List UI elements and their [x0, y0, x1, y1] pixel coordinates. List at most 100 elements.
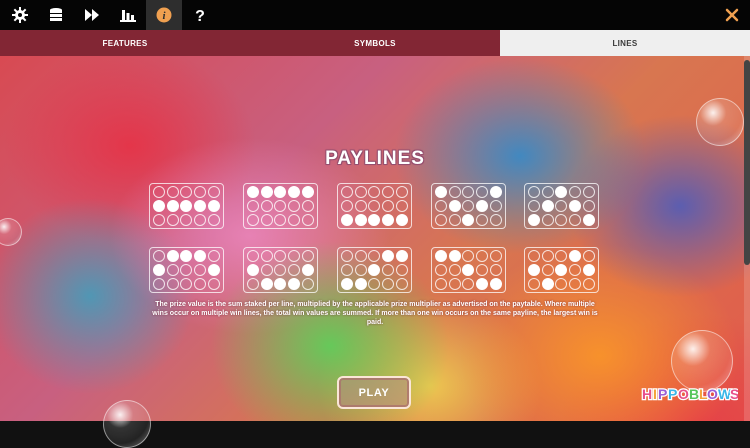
payline-cell-active	[180, 199, 193, 212]
payline-cell-active	[368, 263, 381, 276]
payline-cell	[382, 263, 395, 276]
payline-cell	[462, 186, 475, 199]
payline-cell	[395, 277, 408, 290]
bet-button[interactable]	[38, 0, 74, 30]
payline-cell-active	[274, 186, 287, 199]
payline-cell	[476, 186, 489, 199]
payline-cell-active	[341, 277, 354, 290]
payline-cell-active	[541, 199, 554, 212]
payline-cell	[153, 277, 166, 290]
top-toolbar: i ?	[0, 0, 750, 30]
payline-cell	[569, 263, 582, 276]
payline-card	[431, 183, 506, 229]
payline-cell	[569, 277, 582, 290]
payline-cell	[207, 186, 220, 199]
payline-cell	[207, 277, 220, 290]
payline-cell-active	[260, 277, 273, 290]
autoplay-button[interactable]	[74, 0, 110, 30]
payline-cell	[435, 199, 448, 212]
payline-cell	[153, 213, 166, 226]
tab-features[interactable]: FEATURES	[0, 30, 250, 56]
payline-cell-active	[301, 186, 314, 199]
fast-forward-icon	[85, 9, 99, 21]
stats-button[interactable]	[110, 0, 146, 30]
payline-cell	[569, 213, 582, 226]
payline-cell	[354, 263, 367, 276]
payline-cell-active	[528, 263, 541, 276]
tab-lines[interactable]: LINES	[500, 30, 750, 56]
payline-cell	[260, 250, 273, 263]
gear-icon	[12, 7, 28, 23]
payline-cell	[288, 199, 301, 212]
close-button[interactable]	[714, 0, 750, 30]
payline-cell	[368, 186, 381, 199]
payline-cell	[476, 250, 489, 263]
payline-cell	[555, 199, 568, 212]
payline-cell	[301, 213, 314, 226]
payline-cell-active	[382, 250, 395, 263]
payline-cell	[180, 186, 193, 199]
question-mark-icon: ?	[195, 8, 205, 23]
payline-cell	[274, 213, 287, 226]
settings-button[interactable]	[2, 0, 38, 30]
payline-cell-active	[582, 213, 595, 226]
payline-cell	[260, 263, 273, 276]
bubble-decoration	[103, 400, 151, 448]
payline-cell-active	[462, 263, 475, 276]
payline-cell-active	[476, 199, 489, 212]
payline-cell	[395, 199, 408, 212]
payline-cell-active	[569, 250, 582, 263]
payline-cell	[382, 199, 395, 212]
payline-card	[431, 247, 506, 293]
svg-text:P: P	[658, 386, 667, 402]
payline-card	[337, 247, 412, 293]
payline-cell-active	[207, 199, 220, 212]
payline-cell	[448, 263, 461, 276]
payline-cell-active	[354, 213, 367, 226]
tab-symbols[interactable]: SYMBOLS	[250, 30, 500, 56]
info-button[interactable]: i	[146, 0, 182, 30]
payline-cell-active	[207, 263, 220, 276]
payline-cell	[489, 199, 502, 212]
payline-cell	[462, 277, 475, 290]
help-button[interactable]: ?	[182, 0, 218, 30]
payline-cell-active	[382, 213, 395, 226]
paylines-description: The prize value is the sum staked per li…	[152, 301, 598, 326]
payline-cell	[247, 250, 260, 263]
payline-cell-active	[448, 199, 461, 212]
payline-cell	[194, 263, 207, 276]
payline-cell	[368, 199, 381, 212]
payline-cell-active	[153, 199, 166, 212]
payline-cell	[260, 199, 273, 212]
play-button[interactable]: PLAY	[337, 376, 411, 409]
payline-cell	[341, 263, 354, 276]
payline-cell-active	[247, 263, 260, 276]
payline-cell	[382, 186, 395, 199]
payline-cell	[274, 199, 287, 212]
payline-cell-active	[555, 186, 568, 199]
payline-cell-active	[489, 186, 502, 199]
payline-cell	[435, 263, 448, 276]
payline-cell	[382, 277, 395, 290]
payline-cell	[582, 250, 595, 263]
payline-cell-active	[274, 277, 287, 290]
payline-cell	[368, 277, 381, 290]
payline-cell	[555, 250, 568, 263]
payline-cell-active	[569, 199, 582, 212]
payline-cell	[395, 263, 408, 276]
payline-cell-active	[462, 213, 475, 226]
payline-cell-active	[288, 186, 301, 199]
payline-cell	[541, 213, 554, 226]
payline-cell	[301, 199, 314, 212]
payline-cell	[541, 263, 554, 276]
payline-cell-active	[555, 263, 568, 276]
payline-cell-active	[435, 250, 448, 263]
payline-cell-active	[528, 213, 541, 226]
payline-cell	[462, 250, 475, 263]
payline-cell	[354, 186, 367, 199]
payline-cell-active	[153, 263, 166, 276]
payline-cell-active	[166, 199, 179, 212]
payline-cell	[528, 250, 541, 263]
payline-cell	[288, 250, 301, 263]
payline-cell	[354, 199, 367, 212]
